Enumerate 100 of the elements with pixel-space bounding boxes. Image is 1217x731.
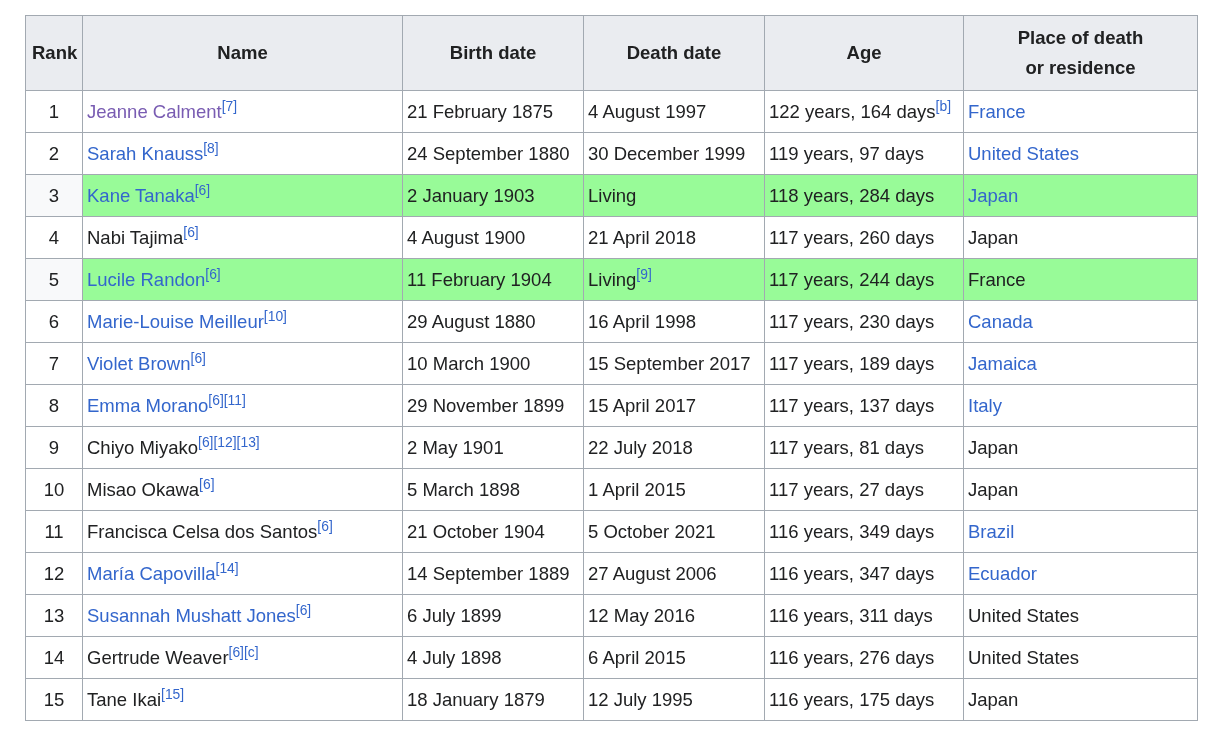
column-header: Place of death or residence xyxy=(963,15,1198,91)
person-link[interactable]: Marie-Louise Meilleur xyxy=(87,310,264,333)
reference-link[interactable]: [14] xyxy=(215,559,239,576)
birth-date-cell: 29 November 1899 xyxy=(402,384,584,427)
age-text: 116 years, 175 days xyxy=(769,688,935,711)
birth-date-cell: 4 July 1898 xyxy=(402,636,584,679)
death-date: 15 September 2017 xyxy=(588,352,751,375)
reference-link[interactable]: [15] xyxy=(161,685,185,702)
reference-link[interactable]: [13] xyxy=(236,433,260,450)
person-link[interactable]: María Capovilla xyxy=(87,562,216,585)
rank-cell: 13 xyxy=(25,594,83,637)
age-text: 119 years, 97 days xyxy=(769,142,924,165)
death-date: 22 July 2018 xyxy=(588,436,693,459)
age-text: 117 years, 230 days xyxy=(769,310,935,333)
reference-link[interactable]: [6] xyxy=(194,181,211,198)
death-date: 12 May 2016 xyxy=(588,604,695,627)
person-link[interactable]: Violet Brown xyxy=(87,352,191,375)
reference-link[interactable]: [6] xyxy=(295,601,312,618)
person-link[interactable]: Kane Tanaka xyxy=(87,184,195,207)
death-date: 5 October 2021 xyxy=(588,520,716,543)
place-link[interactable]: Ecuador xyxy=(968,562,1037,585)
death-date: 1 April 2015 xyxy=(588,478,686,501)
birth-date-cell: 24 September 1880 xyxy=(402,132,584,175)
rank-cell: 9 xyxy=(25,426,83,469)
death-date: 4 August 1997 xyxy=(588,100,707,123)
rank-cell: 1 xyxy=(25,90,83,133)
rank-cell: 8 xyxy=(25,384,83,427)
person-name: Gertrude Weaver xyxy=(87,646,229,669)
reference-link[interactable]: [6] xyxy=(183,223,199,240)
rank-cell: 12 xyxy=(25,552,83,595)
age-text: 117 years, 189 days xyxy=(769,352,935,375)
reference-link[interactable]: [7] xyxy=(221,97,238,114)
person-link[interactable]: Jeanne Calment xyxy=(87,100,222,123)
death-date: 16 April 1998 xyxy=(588,310,696,333)
place-link[interactable]: Brazil xyxy=(968,520,1015,543)
rank-cell: 14 xyxy=(25,636,83,679)
place-link[interactable]: Japan xyxy=(968,184,1019,207)
person-name: Misao Okawa xyxy=(87,478,200,501)
place-link[interactable]: Italy xyxy=(968,394,1002,417)
place-link[interactable]: Jamaica xyxy=(968,352,1037,375)
reference-link[interactable]: [6] xyxy=(190,349,206,366)
death-date: 30 December 1999 xyxy=(588,142,746,165)
birth-date-cell: 2 May 1901 xyxy=(402,426,584,469)
age-text: 116 years, 349 days xyxy=(769,520,935,543)
age-text: 117 years, 260 days xyxy=(769,226,935,249)
place-link[interactable]: United States xyxy=(968,142,1080,165)
rank-cell: 10 xyxy=(25,468,83,511)
reference-link[interactable]: [9] xyxy=(636,265,652,282)
person-link[interactable]: Sarah Knauss xyxy=(87,142,204,165)
reference-link[interactable]: [6] xyxy=(199,475,215,492)
column-header: Name xyxy=(82,15,403,91)
age-text: 116 years, 347 days xyxy=(769,562,935,585)
place-name: United States xyxy=(968,604,1080,627)
person-name: Francisca Celsa dos Santos xyxy=(87,520,318,543)
place-name: Japan xyxy=(968,688,1019,711)
birth-date-cell: 18 January 1879 xyxy=(402,678,584,721)
reference-link[interactable]: [8] xyxy=(203,139,219,156)
death-date: 27 August 2006 xyxy=(588,562,717,585)
age-text: 117 years, 137 days xyxy=(769,394,935,417)
death-date: 21 April 2018 xyxy=(588,226,696,249)
reference-link[interactable]: [10] xyxy=(263,307,287,324)
rank-cell: 5 xyxy=(25,258,83,301)
age-text: 122 years, 164 days xyxy=(769,100,936,123)
reference-link[interactable]: [c] xyxy=(244,643,259,660)
birth-date-cell: 11 February 1904 xyxy=(402,258,584,301)
reference-link[interactable]: [6] xyxy=(228,643,244,660)
age-text: 117 years, 27 days xyxy=(769,478,924,501)
birth-date-cell: 5 March 1898 xyxy=(402,468,584,511)
reference-link[interactable]: [b] xyxy=(935,97,952,114)
reference-link[interactable]: [6] xyxy=(317,517,333,534)
reference-link[interactable]: [6] xyxy=(198,433,214,450)
person-link[interactable]: Emma Morano xyxy=(87,394,209,417)
column-header: Birth date xyxy=(402,15,584,91)
reference-link[interactable]: [12] xyxy=(213,433,237,450)
place-link[interactable]: France xyxy=(968,100,1026,123)
death-date: 12 July 1995 xyxy=(588,688,693,711)
rank-cell: 15 xyxy=(25,678,83,721)
birth-date-cell: 21 February 1875 xyxy=(402,90,584,133)
death-date: Living xyxy=(588,184,637,207)
rank-cell: 6 xyxy=(25,300,83,343)
reference-link[interactable]: [11] xyxy=(223,391,246,408)
age-text: 118 years, 284 days xyxy=(769,184,935,207)
birth-date-cell: 2 January 1903 xyxy=(402,174,584,217)
age-text: 116 years, 311 days xyxy=(769,604,933,627)
place-name: Japan xyxy=(968,226,1019,249)
death-date: Living xyxy=(588,268,637,291)
rank-cell: 3 xyxy=(25,174,83,217)
column-header: Death date xyxy=(583,15,765,91)
reference-link[interactable]: [6] xyxy=(205,265,221,282)
person-name: Chiyo Miyako xyxy=(87,436,199,459)
person-link[interactable]: Lucile Randon xyxy=(87,268,206,291)
reference-link[interactable]: [6] xyxy=(208,391,224,408)
column-header: Rank xyxy=(25,15,83,91)
rank-cell: 7 xyxy=(25,342,83,385)
column-header: Age xyxy=(764,15,964,91)
person-name: Tane Ikai xyxy=(87,688,162,711)
place-link[interactable]: Canada xyxy=(968,310,1033,333)
place-name: France xyxy=(968,268,1026,291)
rank-cell: 11 xyxy=(25,510,83,553)
person-link[interactable]: Susannah Mushatt Jones xyxy=(87,604,296,627)
